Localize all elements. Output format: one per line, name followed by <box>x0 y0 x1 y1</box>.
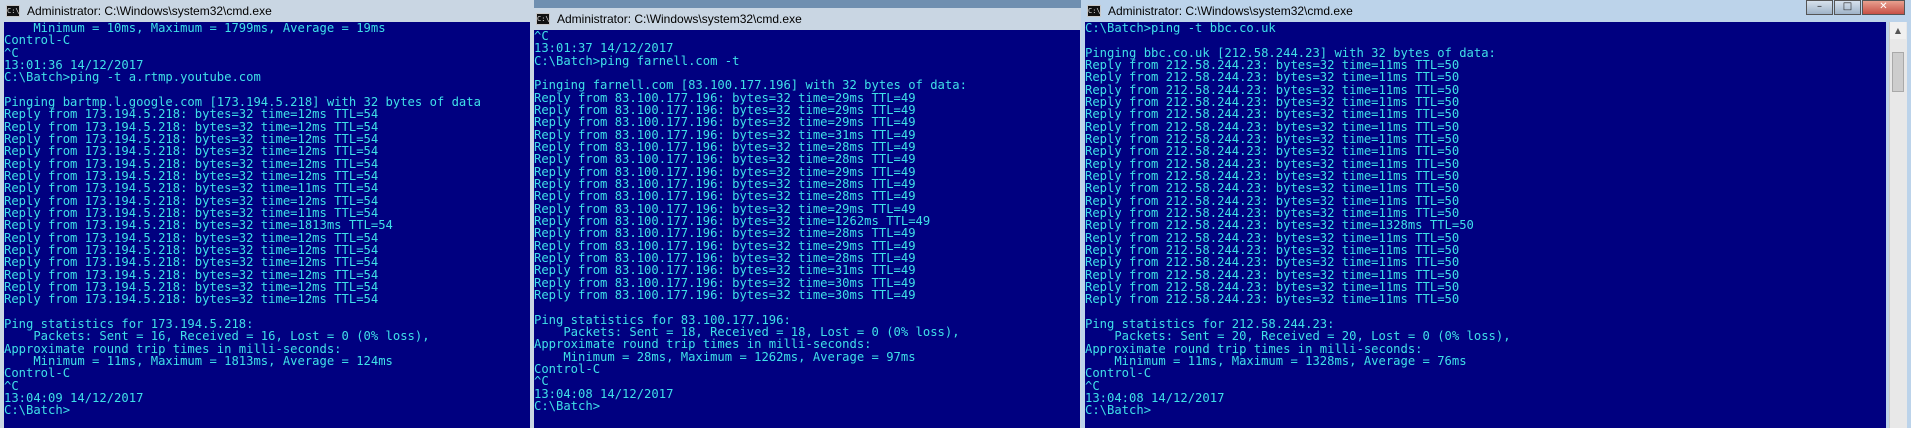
cmd-icon: C:\ <box>6 5 20 17</box>
window-1-title: Administrator: C:\Windows\system32\cmd.e… <box>27 4 272 18</box>
window-2-title: Administrator: C:\Windows\system32\cmd.e… <box>557 12 802 26</box>
console-line: Reply from 212.58.244.23: bytes=32 time=… <box>1085 70 1460 85</box>
window-1-titlebar[interactable]: C:\ Administrator: C:\Windows\system32\c… <box>0 0 534 22</box>
console-line: 13:04:08 14/12/2017 <box>1085 390 1225 405</box>
console-line: 13:04:09 14/12/2017 <box>4 390 144 405</box>
console-line: Approximate round trip times in milli-se… <box>4 341 342 356</box>
console-line: Control-C <box>4 366 71 381</box>
window-3-titlebar[interactable]: C:\ Administrator: C:\Windows\system32\c… <box>1081 0 1911 22</box>
console-line: Reply from 83.100.177.196: bytes=32 time… <box>534 152 916 167</box>
console-line: Reply from 173.194.5.218: bytes=32 time=… <box>4 181 379 196</box>
console-line: Reply from 173.194.5.218: bytes=32 time=… <box>4 107 379 122</box>
cmd-icon: C:\ <box>536 13 550 25</box>
window-2-console[interactable]: ^C 13:01:37 14/12/2017 C:\Batch>ping farne… <box>534 30 1080 428</box>
console-line: Reply from 83.100.177.196: bytes=32 time… <box>534 263 916 278</box>
console-line: C:\Batch>ping -t bbc.co.uk <box>1085 22 1276 35</box>
console-line: Control-C <box>4 33 71 48</box>
cmd-window-2[interactable]: C:\ Administrator: C:\Windows\system32\c… <box>530 8 1085 428</box>
console-line: ^C <box>4 378 19 393</box>
window-2-titlebar[interactable]: C:\ Administrator: C:\Windows\system32\c… <box>530 8 1085 30</box>
console-line: Reply from 212.58.244.23: bytes=32 time=… <box>1085 255 1460 270</box>
maximize-button[interactable]: □ <box>1834 0 1861 15</box>
cmd-window-3[interactable]: C:\ Administrator: C:\Windows\system32\c… <box>1081 0 1911 428</box>
console-line: Reply from 212.58.244.23: bytes=32 time=… <box>1085 218 1474 233</box>
console-line: ^C <box>534 374 549 389</box>
console-line: Reply from 173.194.5.218: bytes=32 time=… <box>4 144 379 159</box>
console-line: Approximate round trip times in milli-se… <box>1085 341 1423 356</box>
console-line: Minimum = 28ms, Maximum = 1262ms, Averag… <box>534 349 916 364</box>
window-3-console[interactable]: C:\Batch>ping -t bbc.co.uk Pinging bbc.co… <box>1085 22 1886 428</box>
console-line: Control-C <box>534 361 601 376</box>
close-button[interactable]: ✕ <box>1862 0 1905 15</box>
close-icon: ✕ <box>1879 1 1888 12</box>
console-line: Minimum = 11ms, Maximum = 1328ms, Averag… <box>1085 353 1467 368</box>
cmd-icon: C:\ <box>1087 5 1101 17</box>
window-3-controls: – □ ✕ <box>1805 0 1905 17</box>
console-line: C:\Batch> <box>534 398 601 413</box>
console-line: Reply from 212.58.244.23: bytes=32 time=… <box>1085 144 1460 159</box>
window-1-console[interactable]: Minimum = 10ms, Maximum = 1799ms, Averag… <box>4 22 530 428</box>
console-line: Packets: Sent = 16, Received = 16, Lost … <box>4 329 430 344</box>
console-line: Reply from 83.100.177.196: bytes=32 time… <box>534 287 916 302</box>
console-line: Reply from 173.194.5.218: bytes=32 time=… <box>4 292 379 307</box>
console-line: Reply from 83.100.177.196: bytes=32 time… <box>534 115 916 130</box>
console-line: C:\Batch>ping farnell.com -t <box>534 53 740 68</box>
maximize-icon: □ <box>1842 1 1853 12</box>
console-line: C:\Batch> <box>1085 403 1152 418</box>
console-line: Reply from 212.58.244.23: bytes=32 time=… <box>1085 292 1460 307</box>
window-3-title: Administrator: C:\Windows\system32\cmd.e… <box>1108 4 1353 18</box>
console-line: Minimum = 10ms, Maximum = 1799ms, Averag… <box>4 22 386 35</box>
scroll-up-icon[interactable]: ▲ <box>1890 22 1906 39</box>
minimize-icon: – <box>1817 1 1822 12</box>
console-line: Approximate round trip times in milli-se… <box>534 337 872 352</box>
cmd-window-1[interactable]: C:\ Administrator: C:\Windows\system32\c… <box>0 0 534 428</box>
console-line: Packets: Sent = 20, Received = 20, Lost … <box>1085 329 1511 344</box>
console-line: Reply from 83.100.177.196: bytes=32 time… <box>534 189 916 204</box>
console-line: Reply from 173.194.5.218: bytes=32 time=… <box>4 255 379 270</box>
console-line: Reply from 173.194.5.218: bytes=32 time=… <box>4 218 393 233</box>
minimize-button[interactable]: – <box>1806 0 1833 15</box>
console-line: Reply from 212.58.244.23: bytes=32 time=… <box>1085 107 1460 122</box>
console-line: Reply from 212.58.244.23: bytes=32 time=… <box>1085 181 1460 196</box>
console-line: Reply from 83.100.177.196: bytes=32 time… <box>534 226 916 241</box>
console-line: ^C <box>1085 378 1100 393</box>
console-line: Control-C <box>1085 366 1152 381</box>
console-line: 13:04:08 14/12/2017 <box>534 386 674 401</box>
window-3-scrollbar[interactable]: ▲ <box>1889 22 1907 428</box>
console-line: 13:01:37 14/12/2017 <box>534 41 674 56</box>
console-line: C:\Batch>ping -t a.rtmp.youtube.com <box>4 70 261 85</box>
console-line: C:\Batch> <box>4 403 71 418</box>
scrollbar-thumb[interactable] <box>1892 52 1904 92</box>
console-line: Minimum = 11ms, Maximum = 1813ms, Averag… <box>4 353 393 368</box>
console-line: Pinging farnell.com [83.100.177.196] wit… <box>534 78 967 93</box>
